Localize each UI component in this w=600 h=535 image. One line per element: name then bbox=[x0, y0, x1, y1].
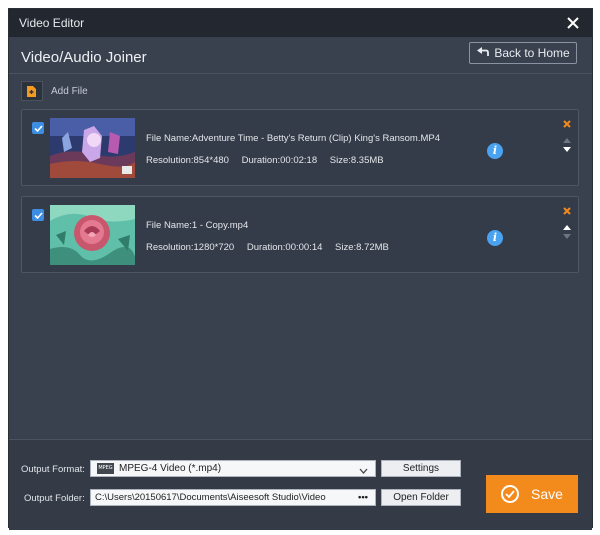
move-up-icon bbox=[562, 130, 572, 143]
open-folder-button[interactable]: Open Folder bbox=[381, 489, 461, 506]
file-meta: Resolution:1280*720 Duration:00:00:14 Si… bbox=[146, 242, 399, 253]
output-folder-value: C:\Users\20150617\Documents\Aiseesoft St… bbox=[95, 492, 326, 503]
file-duration: Duration:00:00:14 bbox=[246, 242, 323, 253]
file-item[interactable]: File Name:1 - Copy.mp4 Resolution:1280*7… bbox=[21, 196, 579, 273]
file-meta: Resolution:854*480 Duration:00:02:18 Siz… bbox=[146, 155, 394, 166]
file-resolution: Resolution:854*480 bbox=[146, 155, 229, 166]
file-name: File Name:1 - Copy.mp4 bbox=[146, 220, 249, 231]
file-duration: Duration:00:02:18 bbox=[241, 155, 318, 166]
add-file-label: Add File bbox=[51, 85, 88, 97]
output-format-select[interactable]: MPEG MPEG-4 Video (*.mp4) bbox=[90, 460, 376, 477]
output-format-value: MPEG-4 Video (*.mp4) bbox=[119, 463, 222, 474]
chevron-down-icon bbox=[359, 466, 368, 474]
move-down-icon[interactable] bbox=[562, 140, 572, 152]
add-file-button[interactable]: Add File bbox=[21, 81, 88, 101]
file-resolution: Resolution:1280*720 bbox=[146, 242, 235, 253]
info-icon[interactable]: i bbox=[487, 143, 503, 159]
video-thumbnail bbox=[50, 118, 135, 178]
title-bar: Video Editor bbox=[9, 9, 592, 37]
add-file-icon bbox=[21, 81, 43, 101]
back-to-home-label: Back to Home bbox=[494, 46, 570, 60]
output-panel: Output Format: MPEG MPEG-4 Video (*.mp4)… bbox=[9, 439, 592, 530]
move-down-icon bbox=[562, 227, 572, 239]
file-item[interactable]: File Name:Adventure Time - Betty's Retur… bbox=[21, 109, 579, 186]
file-name: File Name:Adventure Time - Betty's Retur… bbox=[146, 133, 441, 144]
page-title: Video/Audio Joiner bbox=[21, 49, 147, 66]
output-folder-field[interactable]: C:\Users\20150617\Documents\Aiseesoft St… bbox=[90, 489, 376, 506]
check-circle-icon bbox=[501, 485, 520, 503]
window-title: Video Editor bbox=[19, 16, 85, 30]
delete-icon[interactable] bbox=[562, 116, 572, 128]
output-format-label: Output Format: bbox=[21, 464, 85, 475]
browse-button[interactable]: ••• bbox=[358, 490, 368, 505]
mpeg-format-icon: MPEG bbox=[97, 463, 114, 474]
close-icon[interactable] bbox=[564, 14, 582, 32]
settings-button[interactable]: Settings bbox=[381, 460, 461, 477]
back-to-home-button[interactable]: Back to Home bbox=[469, 42, 577, 64]
move-up-icon[interactable] bbox=[562, 217, 572, 230]
save-label: Save bbox=[531, 486, 563, 502]
info-icon[interactable]: i bbox=[487, 230, 503, 246]
video-editor-window: Video Editor Video/Audio Joiner Back to … bbox=[8, 8, 593, 530]
file-size: Size:8.35MB bbox=[329, 155, 384, 166]
file-checkbox[interactable] bbox=[32, 209, 44, 221]
save-button[interactable]: Save bbox=[486, 475, 578, 513]
delete-icon[interactable] bbox=[562, 203, 572, 215]
back-arrow-icon bbox=[476, 46, 490, 60]
video-thumbnail bbox=[50, 205, 135, 265]
file-size: Size:8.72MB bbox=[335, 242, 389, 253]
file-checkbox[interactable] bbox=[32, 122, 44, 134]
header-divider bbox=[9, 73, 592, 74]
output-folder-label: Output Folder: bbox=[24, 493, 85, 504]
